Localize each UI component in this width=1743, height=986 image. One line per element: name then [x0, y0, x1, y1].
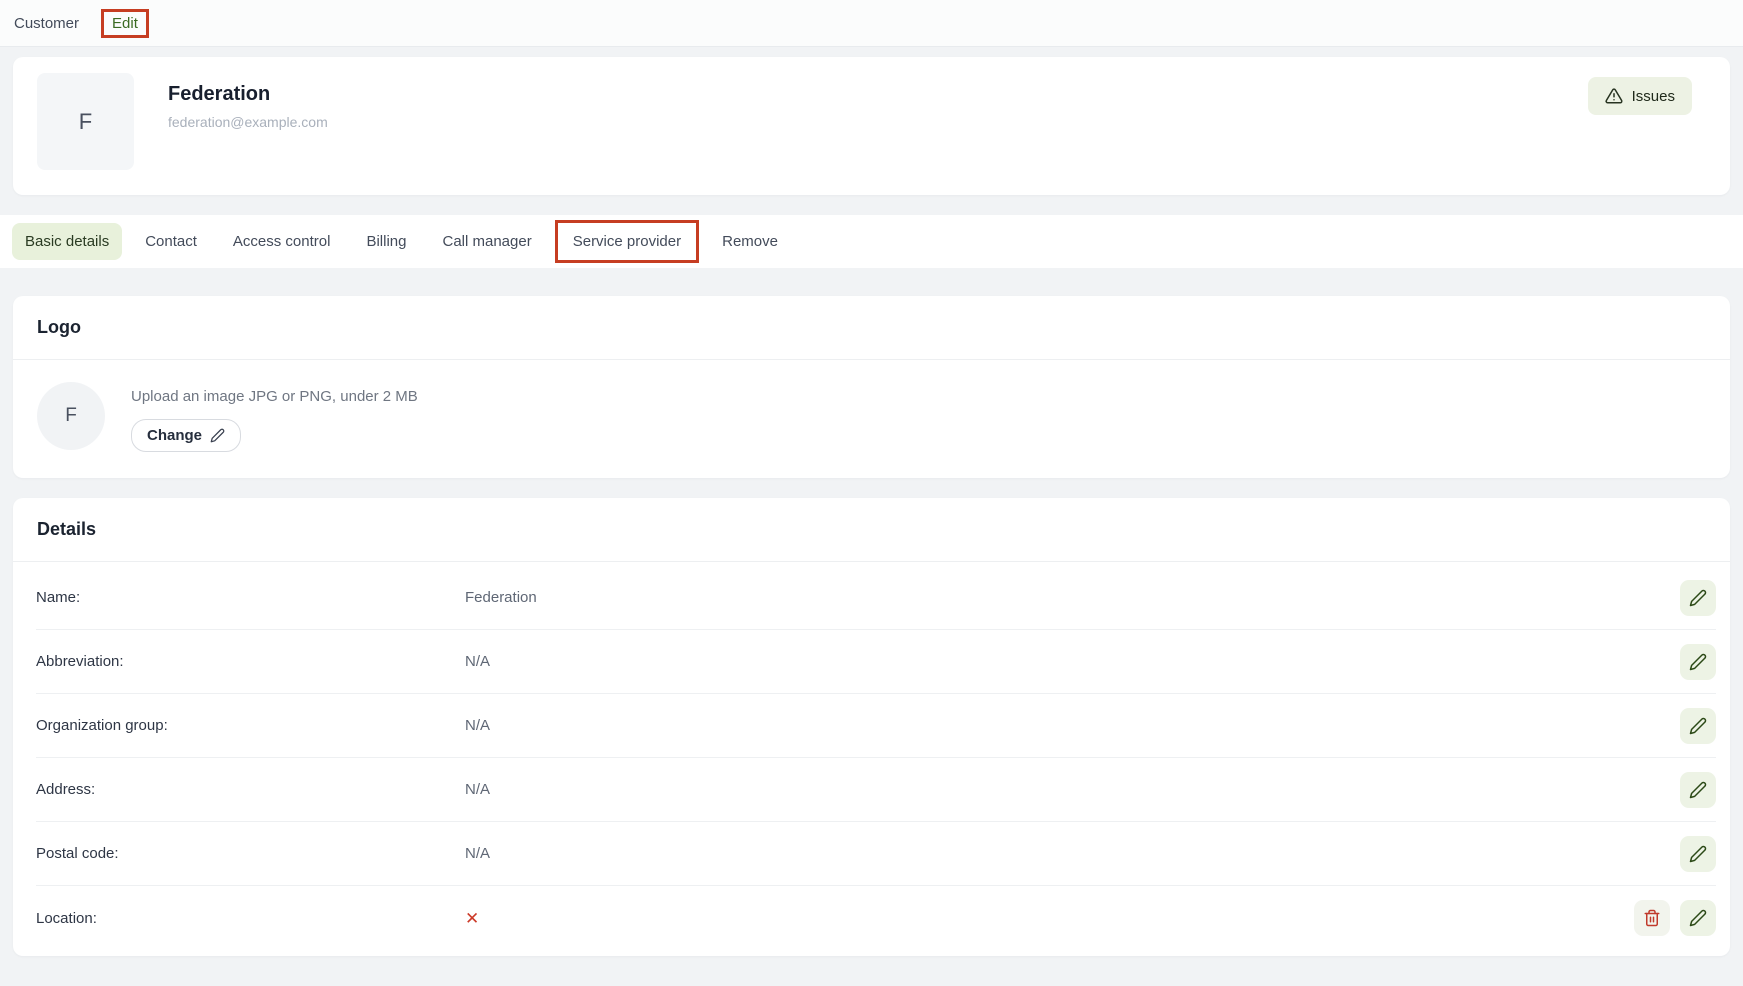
logo-card-body: F Upload an image JPG or PNG, under 2 MB… [13, 360, 1730, 478]
row-actions [1680, 708, 1716, 744]
tab-contact[interactable]: Contact [132, 223, 210, 260]
issues-button[interactable]: Issues [1588, 77, 1692, 115]
breadcrumb-customer[interactable]: Customer [14, 15, 79, 32]
row-actions [1680, 836, 1716, 872]
row-actions [1680, 644, 1716, 680]
annotation-box-service-provider: Service provider [555, 220, 699, 263]
edit-postal-code-button[interactable] [1680, 836, 1716, 872]
detail-row-address: Address: N/A [36, 758, 1716, 822]
pencil-icon [1689, 717, 1707, 735]
breadcrumb: Customer Edit [0, 0, 1743, 47]
detail-row-postal-code: Postal code: N/A [36, 822, 1716, 886]
tab-bar: Basic details Contact Access control Bil… [0, 215, 1743, 268]
annotation-box-edit: Edit [101, 9, 149, 38]
edit-organization-group-button[interactable] [1680, 708, 1716, 744]
customer-name: Federation [168, 83, 328, 106]
pencil-icon [1689, 845, 1707, 863]
edit-abbreviation-button[interactable] [1680, 644, 1716, 680]
logo-section-title: Logo [37, 317, 1706, 338]
change-logo-button[interactable]: Change [131, 419, 241, 452]
customer-email: federation@example.com [168, 114, 328, 130]
logo-card: Logo F Upload an image JPG or PNG, under… [13, 296, 1730, 478]
upload-hint: Upload an image JPG or PNG, under 2 MB [131, 382, 418, 405]
location-not-set-cross-icon: ✕ [465, 910, 479, 927]
issues-button-label: Issues [1632, 88, 1675, 105]
detail-value: N/A [465, 781, 490, 798]
detail-label: Organization group: [36, 717, 465, 734]
row-actions [1634, 900, 1716, 936]
pencil-icon [1689, 589, 1707, 607]
pencil-icon [1689, 781, 1707, 799]
logo-upload-block: Upload an image JPG or PNG, under 2 MB C… [131, 382, 418, 452]
details-card: Details Name: Federation Abbreviation: N… [13, 498, 1730, 956]
tab-remove[interactable]: Remove [709, 223, 791, 260]
breadcrumb-edit[interactable]: Edit [112, 15, 138, 32]
detail-label: Location: [36, 910, 465, 927]
change-logo-label: Change [147, 427, 202, 444]
pencil-icon [210, 428, 225, 443]
logo-avatar: F [37, 382, 105, 450]
detail-label: Address: [36, 781, 465, 798]
tab-access-control[interactable]: Access control [220, 223, 344, 260]
warning-icon [1605, 87, 1623, 105]
customer-header-info: Federation federation@example.com [168, 73, 328, 130]
detail-label: Name: [36, 589, 465, 606]
customer-avatar: F [37, 73, 134, 170]
edit-address-button[interactable] [1680, 772, 1716, 808]
logo-card-header: Logo [13, 296, 1730, 359]
detail-value: Federation [465, 589, 537, 606]
details-section-title: Details [37, 519, 1706, 540]
tab-call-manager[interactable]: Call manager [430, 223, 545, 260]
detail-row-organization-group: Organization group: N/A [36, 694, 1716, 758]
detail-label: Postal code: [36, 845, 465, 862]
pencil-icon [1689, 909, 1707, 927]
row-actions [1680, 772, 1716, 808]
detail-row-abbreviation: Abbreviation: N/A [36, 630, 1716, 694]
detail-label: Abbreviation: [36, 653, 465, 670]
pencil-icon [1689, 653, 1707, 671]
detail-value: N/A [465, 717, 490, 734]
details-card-header: Details [13, 498, 1730, 561]
detail-row-name: Name: Federation [36, 566, 1716, 630]
row-actions [1680, 580, 1716, 616]
tab-service-provider[interactable]: Service provider [560, 223, 694, 260]
detail-value: N/A [465, 845, 490, 862]
detail-value: N/A [465, 653, 490, 670]
delete-location-button[interactable] [1634, 900, 1670, 936]
customer-header-card: F Federation federation@example.com Issu… [13, 57, 1730, 195]
tab-billing[interactable]: Billing [353, 223, 419, 260]
trash-icon [1643, 909, 1661, 927]
detail-row-location: Location: ✕ [36, 886, 1716, 950]
details-rows: Name: Federation Abbreviation: N/A Organ… [13, 562, 1730, 956]
edit-location-button[interactable] [1680, 900, 1716, 936]
tab-basic-details[interactable]: Basic details [12, 223, 122, 260]
edit-name-button[interactable] [1680, 580, 1716, 616]
